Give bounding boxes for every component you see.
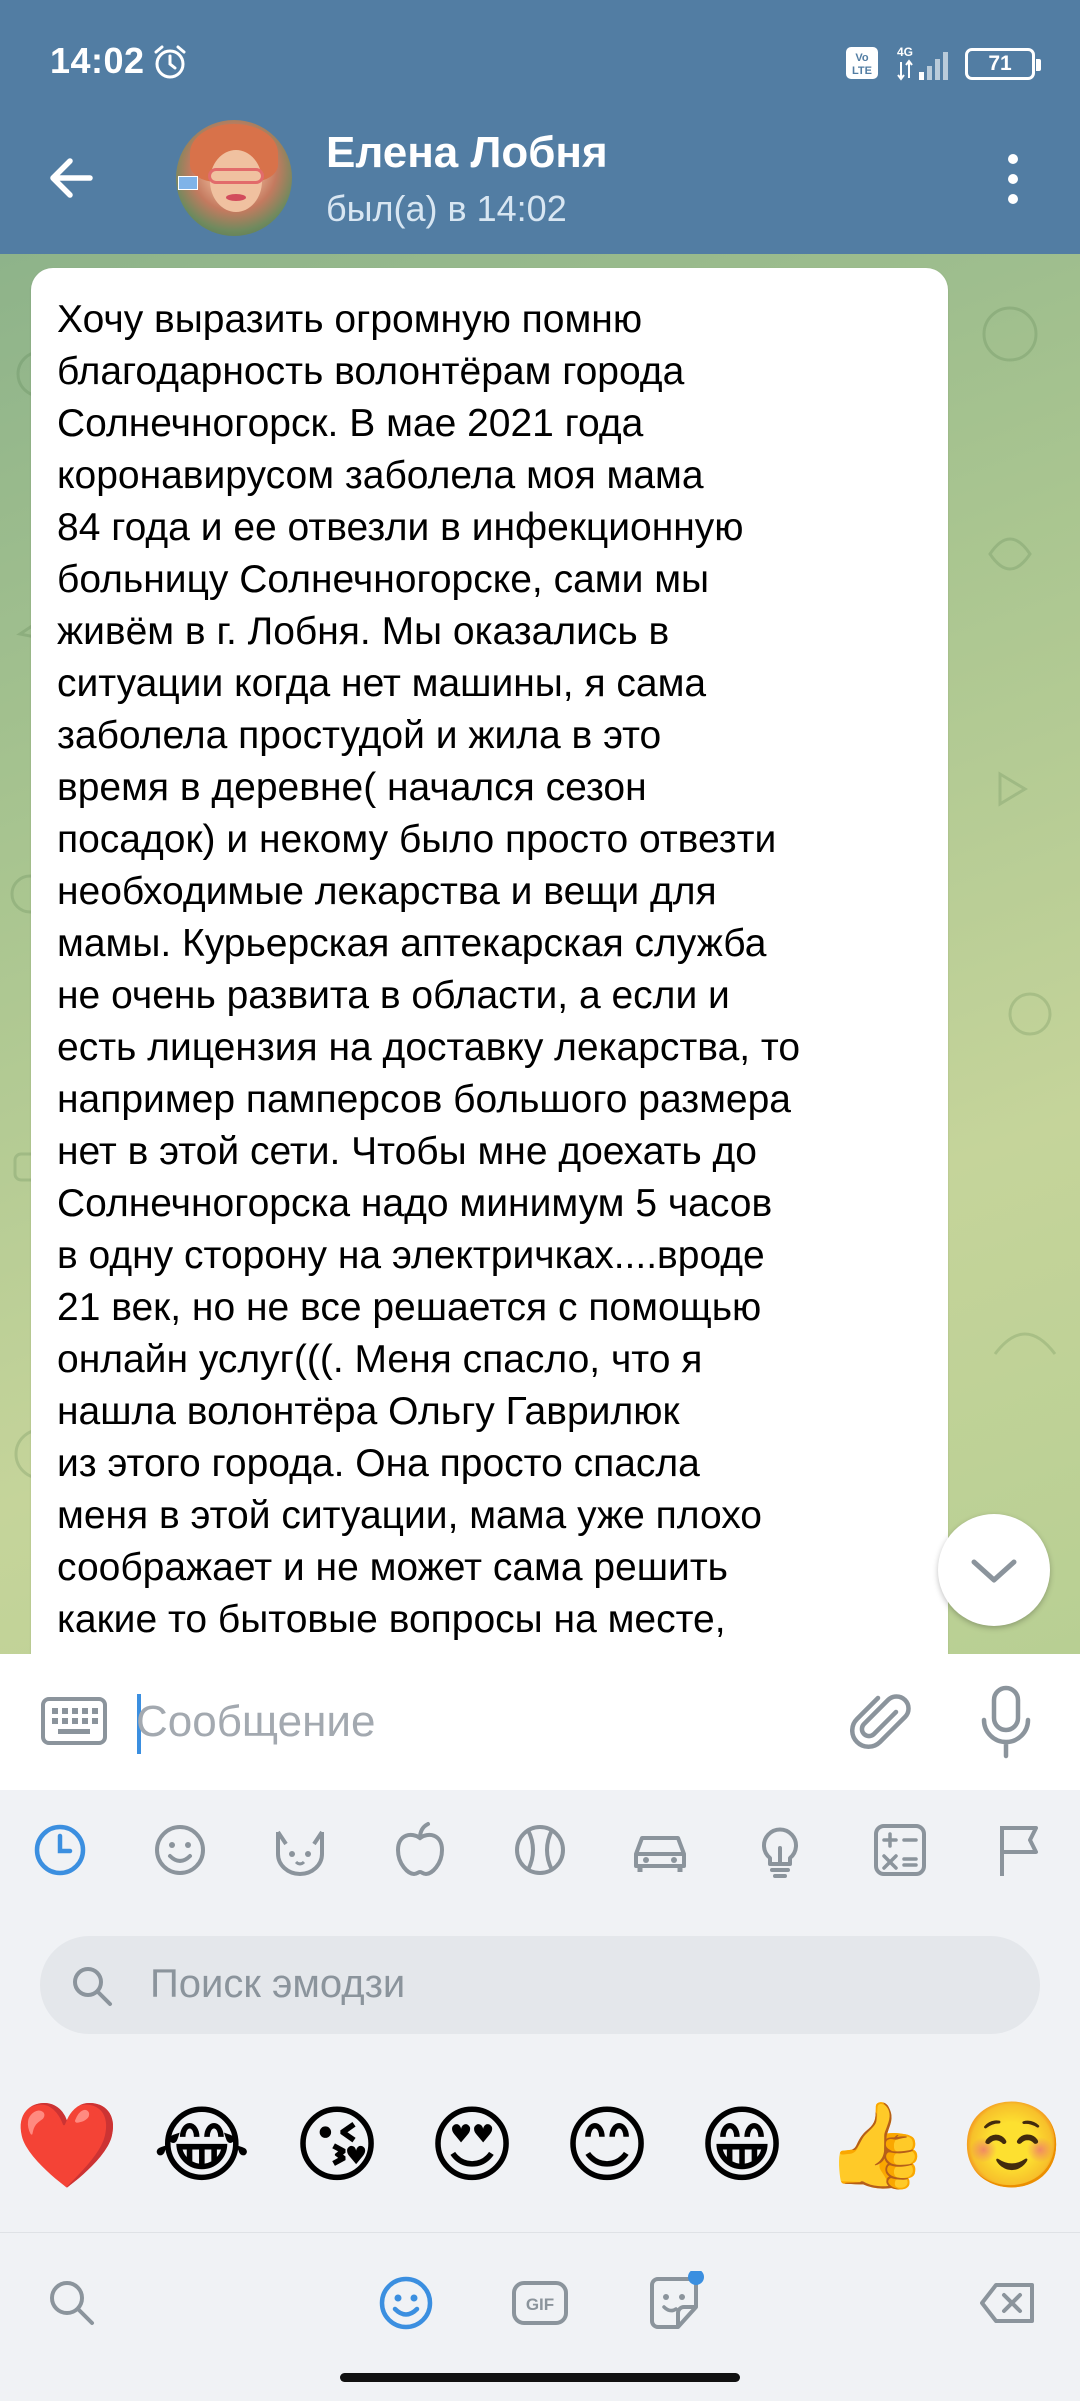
status-bar: 14:02 Vo LTE 4G 71 — [0, 0, 1080, 102]
alarm-icon — [154, 45, 186, 79]
back-button[interactable] — [38, 148, 114, 208]
volte-icon: Vo LTE — [846, 47, 878, 79]
svg-text:LTE: LTE — [852, 65, 872, 77]
avatar[interactable] — [176, 120, 292, 236]
emoji-grid-row: ❤️ 😂 😘 😍 😊 😁 👍 ☺️ — [0, 2090, 1080, 2200]
emoji-bottom-tabs: GIF — [0, 2232, 1080, 2401]
ball-icon[interactable] — [508, 1818, 572, 1882]
contact-status: был(а) в 14:02 — [326, 188, 567, 229]
emoji-panel: Поиск эмодзи ❤️ 😂 😘 😍 😊 😁 👍 ☺️ — [0, 1790, 1080, 2230]
emoji-heart[interactable]: ❤️ — [12, 2090, 122, 2200]
sticker-icon[interactable] — [642, 2271, 706, 2335]
more-options-icon[interactable] — [990, 146, 1036, 212]
home-indicator[interactable] — [340, 2373, 740, 2382]
emoji-tears-of-joy[interactable]: 😂 — [147, 2090, 257, 2200]
emoji-search-placeholder: Поиск эмодзи — [150, 1962, 406, 2006]
lightbulb-icon[interactable] — [748, 1818, 812, 1882]
svg-text:Vo: Vo — [855, 52, 869, 64]
microphone-icon[interactable] — [978, 1684, 1034, 1760]
emoji-relaxed[interactable]: ☺️ — [957, 2090, 1067, 2200]
emoji-thumbs-up[interactable]: 👍 — [822, 2090, 932, 2200]
symbols-icon[interactable] — [868, 1818, 932, 1882]
car-icon[interactable] — [628, 1818, 692, 1882]
gif-label: GIF — [526, 2295, 554, 2314]
recent-icon[interactable] — [28, 1818, 92, 1882]
message-text: Хочу выразить огромную помню благодарнос… — [57, 298, 801, 1641]
emoji-search-field[interactable]: Поиск эмодзи — [40, 1936, 1040, 2034]
svg-text:4G: 4G — [897, 45, 913, 59]
emoji-tab-icon[interactable] — [374, 2271, 438, 2335]
cat-icon[interactable] — [268, 1818, 332, 1882]
status-time: 14:02 — [50, 40, 145, 81]
flag-icon[interactable] — [988, 1818, 1052, 1882]
chat-header: Елена Лобня был(а) в 14:02 — [0, 102, 1080, 254]
message-input-bar — [0, 1654, 1080, 1791]
smiley-icon[interactable] — [148, 1818, 212, 1882]
signal-icon: 4G — [897, 45, 948, 81]
gif-icon[interactable]: GIF — [508, 2271, 572, 2335]
attach-icon[interactable] — [850, 1690, 916, 1756]
battery-icon: 71 — [965, 48, 1041, 80]
emoji-grinning[interactable]: 😁 — [687, 2090, 797, 2200]
chat-area[interactable]: Хочу выразить огромную помню благодарнос… — [0, 254, 1080, 1654]
contact-name[interactable]: Елена Лобня — [326, 128, 608, 178]
emoji-smiling[interactable]: 😊 — [552, 2090, 662, 2200]
search-icon[interactable] — [40, 2271, 104, 2335]
message-bubble[interactable]: Хочу выразить огромную помню благодарнос… — [31, 268, 948, 1654]
scroll-down-button[interactable] — [938, 1514, 1050, 1626]
keyboard-icon[interactable] — [40, 1696, 108, 1746]
message-input[interactable] — [136, 1684, 816, 1760]
emoji-category-bar — [0, 1818, 1080, 1890]
search-icon — [73, 1967, 112, 2006]
backspace-icon[interactable] — [976, 2271, 1040, 2335]
battery-level: 71 — [988, 52, 1012, 75]
emoji-kiss[interactable]: 😘 — [282, 2090, 392, 2200]
emoji-heart-eyes[interactable]: 😍 — [417, 2090, 527, 2200]
apple-icon[interactable] — [388, 1818, 452, 1882]
